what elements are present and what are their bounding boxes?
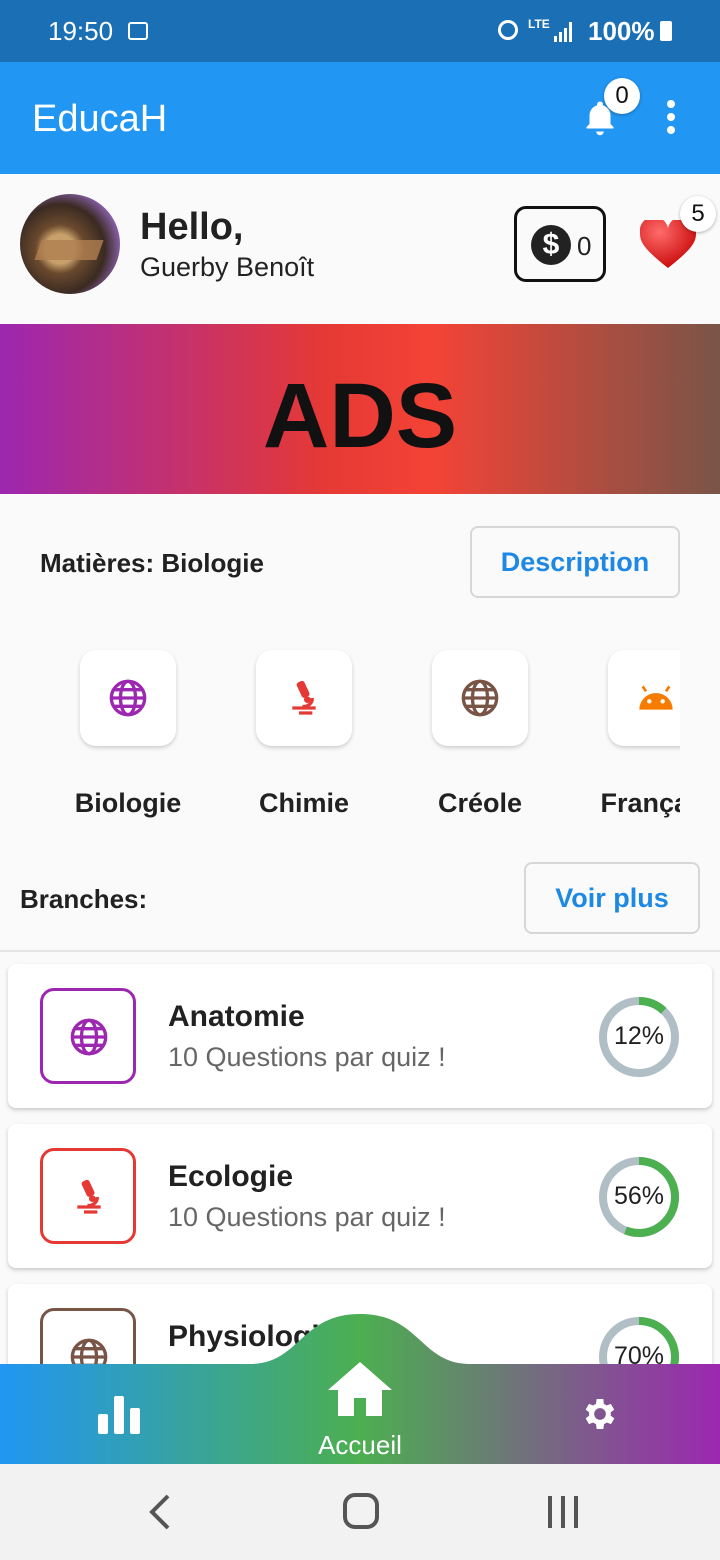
bottom-navigation: Accueil bbox=[0, 1310, 720, 1464]
wifi-icon bbox=[128, 22, 148, 40]
user-name: Guerby Benoît bbox=[140, 252, 315, 282]
avatar[interactable] bbox=[20, 194, 120, 294]
coins-button[interactable]: $ 0 bbox=[514, 206, 606, 282]
subject-item-biologie[interactable]: Biologie bbox=[40, 640, 216, 840]
subjects-carousel[interactable]: Biologie Chimie Créole Français bbox=[40, 640, 680, 840]
signal-icon bbox=[554, 22, 574, 42]
network-type: LTE bbox=[528, 17, 550, 31]
recent-apps-icon[interactable] bbox=[546, 1494, 580, 1530]
home-system-icon[interactable] bbox=[342, 1492, 380, 1530]
notification-badge: 0 bbox=[604, 78, 640, 114]
subject-label: Chimie bbox=[258, 788, 350, 818]
branch-icon-box bbox=[40, 1148, 136, 1244]
globe-icon bbox=[70, 1018, 108, 1056]
battery-percent: 100% bbox=[588, 16, 655, 46]
status-time: 19:50 bbox=[48, 16, 114, 46]
stats-icon[interactable] bbox=[98, 1396, 142, 1434]
back-icon[interactable] bbox=[146, 1494, 174, 1530]
progress-text: 56% bbox=[613, 1182, 665, 1210]
subject-tile[interactable] bbox=[432, 650, 528, 746]
greeting: Hello, bbox=[140, 206, 244, 248]
status-bar: 19:50 LTE 100% bbox=[0, 0, 720, 62]
ads-banner[interactable]: ADS bbox=[0, 324, 720, 494]
microscope-icon bbox=[77, 1179, 101, 1214]
alarm-icon bbox=[498, 20, 518, 40]
home-icon[interactable] bbox=[326, 1360, 394, 1418]
subject-tile[interactable] bbox=[256, 650, 352, 746]
coins-count: 0 bbox=[577, 231, 592, 261]
system-navigation-bar bbox=[0, 1464, 720, 1560]
ads-text: ADS bbox=[262, 365, 458, 467]
branch-subtitle: 10 Questions par quiz ! bbox=[168, 1042, 446, 1072]
more-options-icon[interactable] bbox=[664, 100, 678, 136]
branch-card-ecologie[interactable]: Ecologie 10 Questions par quiz ! 56% bbox=[8, 1124, 712, 1268]
description-button[interactable]: Description bbox=[470, 526, 680, 598]
subject-tile[interactable] bbox=[608, 650, 680, 746]
subject-tile[interactable] bbox=[80, 650, 176, 746]
subject-label: Français bbox=[600, 788, 680, 818]
branch-icon-box bbox=[40, 988, 136, 1084]
globe-icon bbox=[461, 679, 499, 717]
subject-label: Créole bbox=[437, 788, 523, 818]
progress-text: 12% bbox=[613, 1022, 665, 1050]
lives-badge: 5 bbox=[680, 196, 716, 232]
branches-heading: Branches: bbox=[20, 884, 148, 914]
branch-subtitle: 10 Questions par quiz ! bbox=[168, 1202, 446, 1232]
globe-icon bbox=[109, 679, 147, 717]
settings-icon[interactable] bbox=[580, 1394, 620, 1434]
subject-label: Biologie bbox=[74, 788, 182, 818]
android-icon bbox=[639, 685, 673, 710]
dollar-icon: $ bbox=[531, 225, 571, 265]
app-bar: EducaH 0 bbox=[0, 62, 720, 174]
branch-card-anatomie[interactable]: Anatomie 10 Questions par quiz ! 12% bbox=[8, 964, 712, 1108]
branch-list[interactable]: Anatomie 10 Questions par quiz ! 12% Eco… bbox=[0, 952, 720, 1364]
home-label[interactable]: Accueil bbox=[260, 1430, 460, 1461]
subject-item-creole[interactable]: Créole bbox=[392, 640, 568, 840]
subject-item-chimie[interactable]: Chimie bbox=[216, 640, 392, 840]
app-title: EducaH bbox=[32, 98, 168, 140]
subject-item-francais[interactable]: Français bbox=[568, 640, 680, 840]
voir-plus-button[interactable]: Voir plus bbox=[524, 862, 700, 934]
branch-name: Anatomie bbox=[168, 1000, 305, 1033]
subjects-heading: Matières: Biologie bbox=[40, 548, 264, 578]
microscope-icon bbox=[292, 680, 316, 715]
branch-name: Ecologie bbox=[168, 1160, 294, 1193]
battery-icon bbox=[660, 21, 672, 41]
